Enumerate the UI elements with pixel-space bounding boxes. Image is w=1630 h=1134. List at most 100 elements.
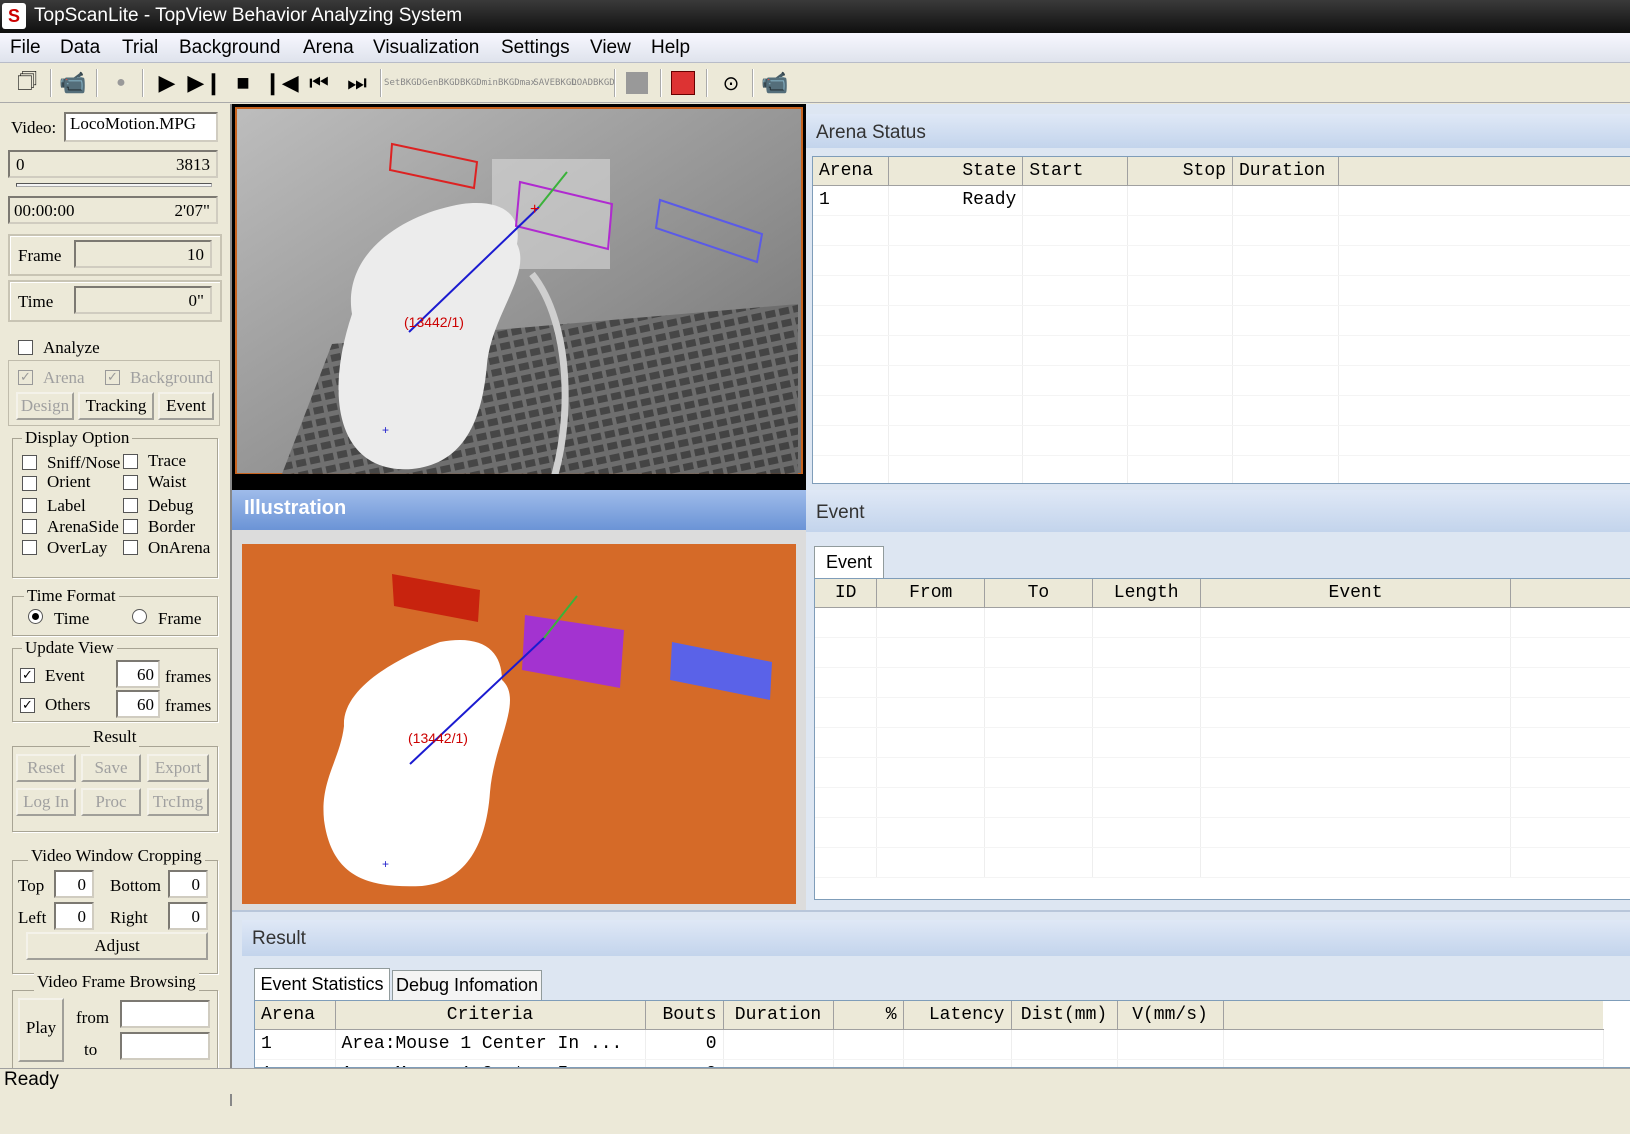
orient-checkbox[interactable]: [22, 476, 37, 491]
border-checkbox[interactable]: [123, 519, 138, 534]
col-id[interactable]: ID: [815, 579, 878, 608]
play-button[interactable]: Play: [18, 998, 64, 1062]
set-bkgd-button[interactable]: Set BKGD: [384, 69, 422, 97]
col-arena[interactable]: Arena: [255, 1001, 336, 1030]
stop-icon[interactable]: ■: [228, 69, 258, 97]
design-button[interactable]: Design: [16, 392, 74, 420]
menu-file[interactable]: File: [10, 37, 41, 59]
export-button[interactable]: Export: [147, 754, 209, 782]
chart-icon[interactable]: [668, 69, 698, 97]
frame-field[interactable]: 10: [74, 240, 212, 268]
camera-icon[interactable]: 📹: [58, 69, 88, 97]
arenaside-checkbox[interactable]: [22, 519, 37, 534]
video-label: Video:: [11, 118, 57, 137]
debug-checkbox[interactable]: [123, 498, 138, 513]
time-format-frame-radio[interactable]: [132, 609, 147, 624]
load-bkgd-button[interactable]: LOAD BKGD: [571, 69, 614, 97]
col-duration[interactable]: Duration: [723, 1001, 834, 1030]
col-latency[interactable]: Latency: [903, 1001, 1012, 1030]
col-velocity[interactable]: V(mm/s): [1117, 1001, 1224, 1030]
label-checkbox[interactable]: [22, 498, 37, 513]
col-length[interactable]: Length: [1092, 579, 1201, 608]
menu-view[interactable]: View: [590, 37, 631, 59]
background-checkbox[interactable]: ✓: [105, 370, 120, 385]
target-icon[interactable]: ⊙: [716, 69, 746, 97]
update-others-frames-field[interactable]: 60: [116, 690, 160, 718]
browse-from-field[interactable]: [120, 1000, 210, 1028]
gray-square-icon[interactable]: [622, 69, 652, 97]
menu-background[interactable]: Background: [179, 37, 280, 59]
green-camera-icon[interactable]: 📹: [760, 69, 790, 97]
event-button[interactable]: Event: [158, 392, 214, 420]
col-dist[interactable]: Dist(mm): [1011, 1001, 1118, 1030]
col-percent[interactable]: %: [833, 1001, 904, 1030]
tab-event[interactable]: Event: [814, 546, 884, 578]
fast-forward-icon[interactable]: ⏭: [342, 69, 372, 97]
col-to[interactable]: To: [984, 579, 1093, 608]
bkgd-max-button[interactable]: BKGD max: [498, 69, 536, 97]
trace-checkbox[interactable]: [123, 454, 138, 469]
save-bkgd-button[interactable]: SAVE BKGD: [533, 69, 576, 97]
col-state[interactable]: State: [888, 157, 1024, 186]
menu-settings[interactable]: Settings: [501, 37, 570, 59]
analyze-checkbox[interactable]: [18, 340, 33, 355]
col-duration[interactable]: Duration: [1232, 157, 1339, 186]
record-icon[interactable]: ●: [106, 69, 136, 97]
arena-status-table[interactable]: Arena State Start Stop Duration 1 Ready: [812, 156, 1630, 484]
log-in-button[interactable]: Log In: [16, 788, 76, 816]
crop-bottom-field[interactable]: 0: [168, 870, 208, 898]
save-button[interactable]: Save: [81, 754, 141, 782]
bkgd-min-button[interactable]: BKGD min: [460, 69, 498, 97]
update-event-checkbox[interactable]: ✓: [20, 668, 35, 683]
menu-arena[interactable]: Arena: [303, 37, 354, 59]
onarena-checkbox[interactable]: [123, 540, 138, 555]
col-start[interactable]: Start: [1022, 157, 1129, 186]
update-others-checkbox[interactable]: ✓: [20, 698, 35, 713]
arena-status-title: Arena Status: [806, 114, 1630, 148]
open-video-icon[interactable]: 🗇: [12, 68, 42, 97]
menu-data[interactable]: Data: [60, 37, 100, 59]
update-event-frames-field[interactable]: 60: [116, 660, 160, 688]
col-from[interactable]: From: [876, 579, 986, 608]
rewind-icon[interactable]: ⏮: [304, 69, 334, 97]
menu-visualization[interactable]: Visualization: [373, 37, 479, 59]
gen-bkgd-button[interactable]: Gen BKGD: [422, 69, 460, 97]
table-row[interactable]: 1 Area:Mouse 1 Center In ... 0: [255, 1029, 1604, 1060]
crop-left-field[interactable]: 0: [54, 902, 94, 930]
play-icon[interactable]: ▶: [152, 69, 182, 97]
time-format-time-radio[interactable]: [28, 609, 43, 624]
step-back-icon[interactable]: ❙◀: [263, 69, 298, 97]
sniff-nose-checkbox[interactable]: [22, 455, 37, 470]
col-event[interactable]: Event: [1200, 579, 1512, 608]
overlay-checkbox[interactable]: [22, 540, 37, 555]
arena-checkbox[interactable]: ✓: [18, 370, 33, 385]
crop-right-field[interactable]: 0: [168, 902, 208, 930]
event-table[interactable]: ID From To Length Event: [814, 578, 1630, 900]
tab-event-statistics[interactable]: Event Statistics: [254, 968, 390, 1000]
waist-checkbox[interactable]: [123, 475, 138, 490]
step-forward-icon[interactable]: ▶❙: [187, 69, 222, 97]
browse-to-field[interactable]: [120, 1032, 210, 1060]
svg-text:+: +: [382, 857, 389, 871]
adjust-button[interactable]: Adjust: [26, 932, 208, 960]
menu-trial[interactable]: Trial: [122, 37, 158, 59]
menu-help[interactable]: Help: [651, 37, 690, 59]
illustration-view[interactable]: + (13442/1): [232, 530, 806, 910]
video-file-field[interactable]: LocoMotion.MPG: [64, 112, 218, 142]
table-row[interactable]: 1 Area:Mouse 1 Center In ... 0: [255, 1059, 1604, 1067]
crop-top-field[interactable]: 0: [54, 870, 94, 898]
video-view[interactable]: + + (13442/1): [232, 104, 806, 490]
col-bouts[interactable]: Bouts: [645, 1001, 724, 1030]
col-arena[interactable]: Arena: [813, 157, 890, 186]
video-progress-slider[interactable]: [16, 183, 212, 187]
col-stop[interactable]: Stop: [1127, 157, 1233, 186]
col-criteria[interactable]: Criteria: [335, 1001, 646, 1030]
table-row[interactable]: 1 Ready: [813, 185, 1630, 216]
trcimg-button[interactable]: TrcImg: [147, 788, 209, 816]
result-table[interactable]: Arena Criteria Bouts Duration % Latency …: [254, 1000, 1630, 1068]
tab-debug-infomation[interactable]: Debug Infomation: [392, 970, 542, 1000]
proc-button[interactable]: Proc: [81, 788, 141, 816]
time-field[interactable]: 0": [74, 286, 212, 314]
reset-button[interactable]: Reset: [16, 754, 76, 782]
tracking-button[interactable]: Tracking: [78, 392, 154, 420]
